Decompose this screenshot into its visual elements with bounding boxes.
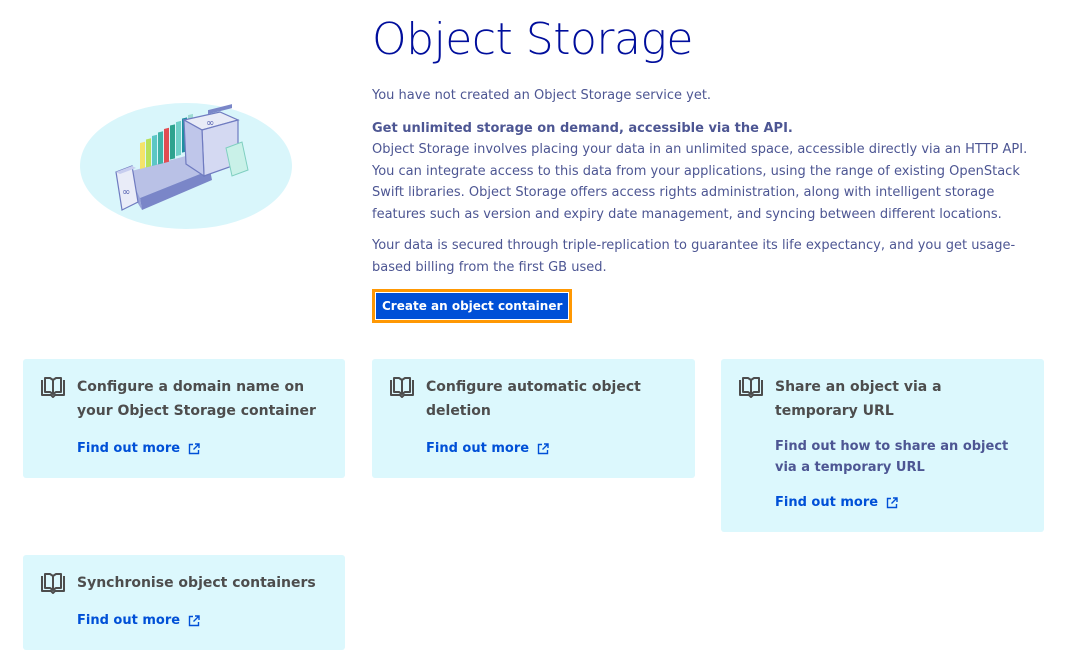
external-link-icon (188, 443, 200, 455)
external-link-icon (537, 443, 549, 455)
find-out-more-link[interactable]: Find out more (77, 440, 200, 458)
empty-state-text: You have not created an Object Storage s… (372, 88, 712, 103)
page-title: Object Storage (372, 14, 693, 65)
object-storage-illustration: ∞ ∞ (80, 103, 292, 229)
link-label: Find out more (775, 495, 879, 510)
book-icon (41, 573, 65, 594)
object-storage-onboarding-page: ∞ ∞ Object Storage You have not created … (0, 0, 1075, 671)
svg-text:∞: ∞ (206, 118, 214, 129)
find-out-more-link[interactable]: Find out more (426, 440, 549, 458)
book-icon (739, 377, 763, 398)
external-link-icon (188, 615, 200, 627)
create-button-focus-ring: Create an object container (372, 289, 573, 323)
guide-card-sync-containers: Synchronise object containers Find out m… (23, 555, 345, 650)
link-label: Find out more (77, 441, 181, 456)
guide-card-auto-deletion: Configure automatic object deletion Find… (372, 359, 695, 478)
description-text: Object Storage involves placing your dat… (372, 142, 1028, 222)
security-text: Your data is secured through triple-repl… (372, 238, 1016, 275)
find-out-more-link[interactable]: Find out more (775, 494, 898, 512)
guide-title: Configure automatic object deletion (426, 379, 641, 419)
link-label: Find out more (426, 441, 530, 456)
guide-title: Configure a domain name on your Object S… (77, 379, 316, 419)
intro-section: Object Storage You have not created an O… (372, 12, 1052, 323)
guide-card-temporary-url: Share an object via a temporary URL Find… (721, 359, 1044, 532)
lead-text: Get unlimited storage on demand, accessi… (372, 120, 793, 136)
book-icon (41, 377, 65, 398)
book-icon (390, 377, 414, 398)
guide-description: Find out how to share an object via a te… (775, 439, 1009, 475)
guide-title: Share an object via a temporary URL (775, 379, 942, 419)
find-out-more-link[interactable]: Find out more (77, 612, 200, 630)
link-label: Find out more (77, 613, 181, 628)
guide-title: Synchronise object containers (77, 575, 316, 591)
guide-card-domain-name: Configure a domain name on your Object S… (23, 359, 345, 478)
external-link-icon (886, 497, 898, 509)
create-object-container-button[interactable]: Create an object container (376, 293, 569, 319)
svg-text:∞: ∞ (122, 187, 130, 198)
